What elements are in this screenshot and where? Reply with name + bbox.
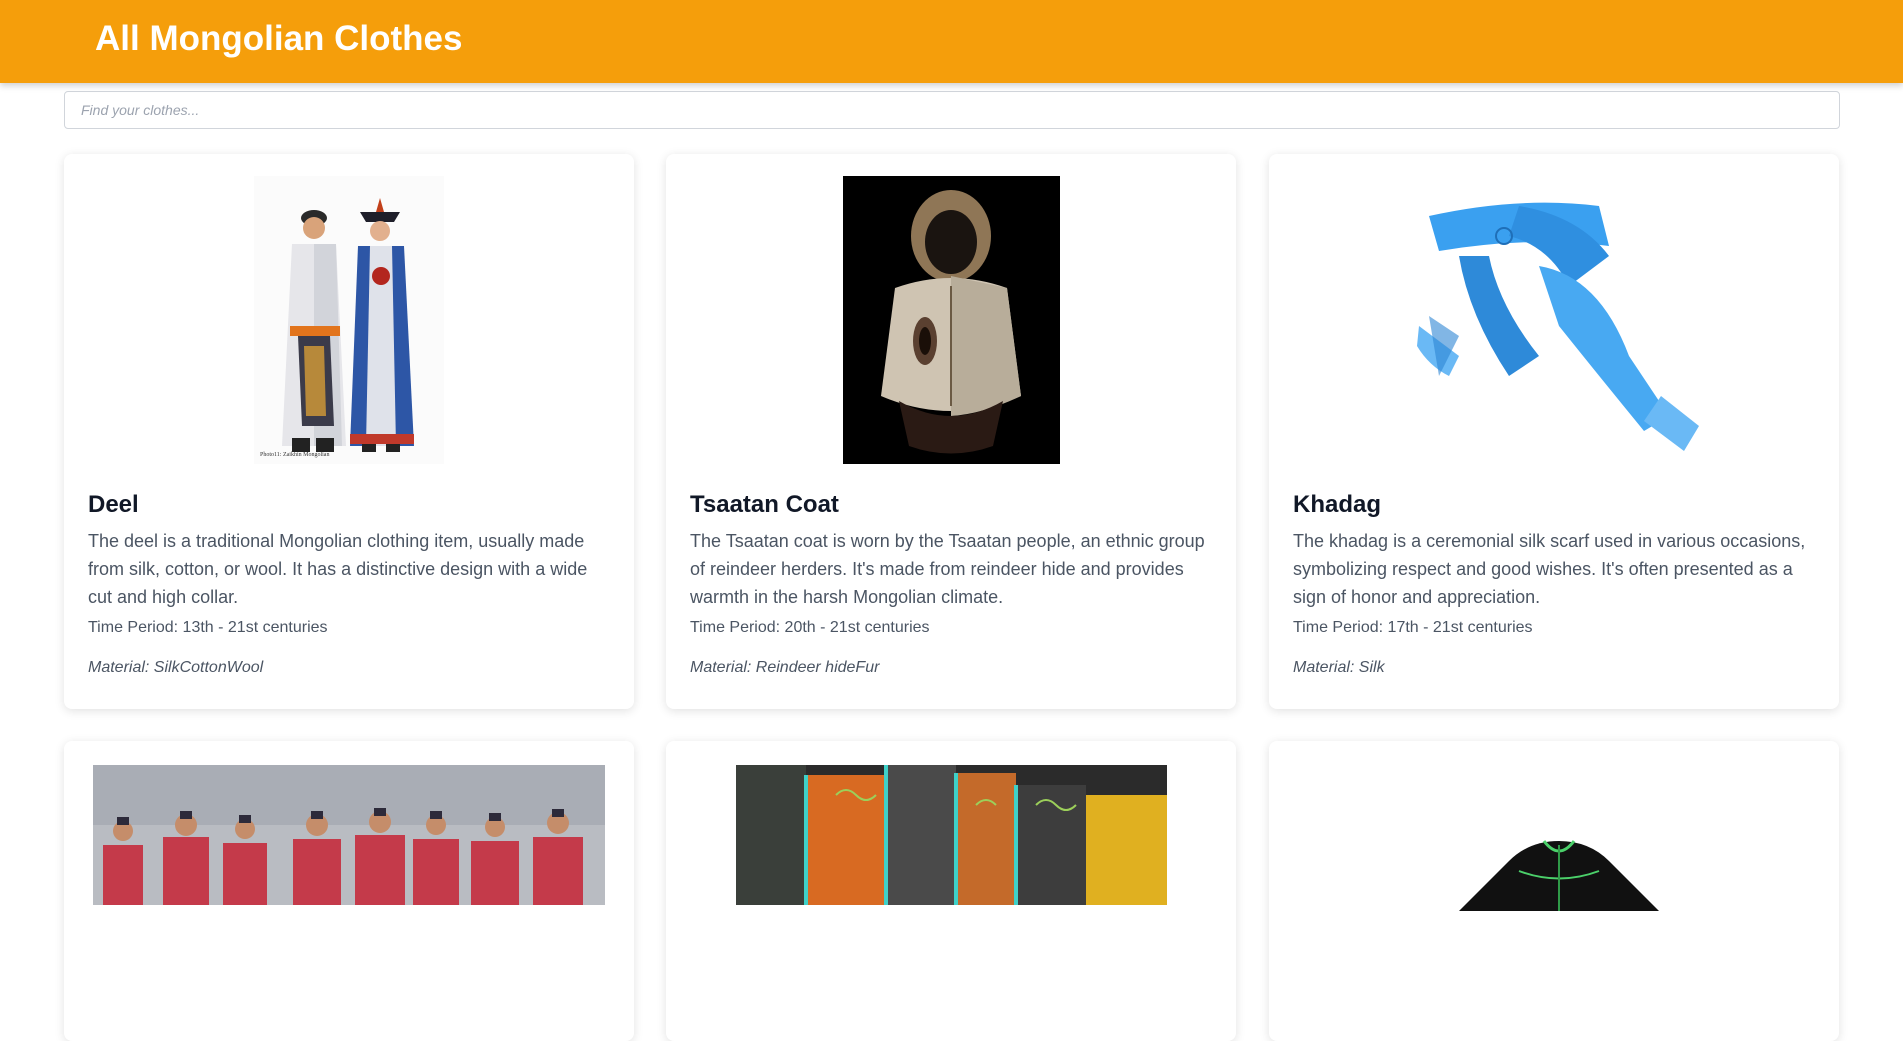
card-time-period: Time Period: 17th - 21st centuries — [1293, 619, 1533, 636]
clothing-card-5[interactable] — [666, 741, 1236, 1041]
wrestlers-image — [93, 765, 605, 905]
card-material: Material: SilkCottonWool — [88, 659, 264, 676]
card-time-period: Time Period: 13th - 21st centuries — [88, 619, 328, 636]
card-title: Khadag — [1293, 491, 1382, 518]
clothing-card-tsaatan-coat[interactable]: Tsaatan Coat The Tsaatan coat is worn by… — [666, 154, 1236, 709]
card-material: Material: Reindeer hideFur — [690, 659, 880, 676]
search-input[interactable] — [64, 91, 1840, 129]
clothing-card-6[interactable] — [1269, 741, 1839, 1041]
card-time-period: Time Period: 20th - 21st centuries — [690, 619, 930, 636]
clothing-card-4[interactable] — [64, 741, 634, 1041]
card-description: The khadag is a ceremonial silk scarf us… — [1293, 531, 1806, 607]
page-header: All Mongolian Clothes — [0, 0, 1903, 83]
clothing-card-deel[interactable]: Photo11: Zaikhin Mongolian Deel The deel… — [64, 154, 634, 709]
boots-image — [736, 765, 1167, 905]
black-robe-image — [1449, 831, 1669, 911]
clothing-card-khadag[interactable]: Khadag The khadag is a ceremonial silk s… — [1269, 154, 1839, 709]
page-title: All Mongolian Clothes — [95, 19, 463, 58]
card-description: The deel is a traditional Mongolian clot… — [88, 531, 588, 607]
tsaatan-coat-image — [843, 176, 1060, 464]
card-title: Tsaatan Coat — [690, 491, 839, 518]
deel-image: Photo11: Zaikhin Mongolian — [254, 176, 444, 464]
khadag-image — [1399, 176, 1719, 464]
deel-image-caption: Photo11: Zaikhin Mongolian — [260, 452, 330, 458]
card-description: The Tsaatan coat is worn by the Tsaatan … — [690, 531, 1205, 607]
card-title: Deel — [88, 491, 139, 518]
card-material: Material: Silk — [1293, 659, 1385, 676]
